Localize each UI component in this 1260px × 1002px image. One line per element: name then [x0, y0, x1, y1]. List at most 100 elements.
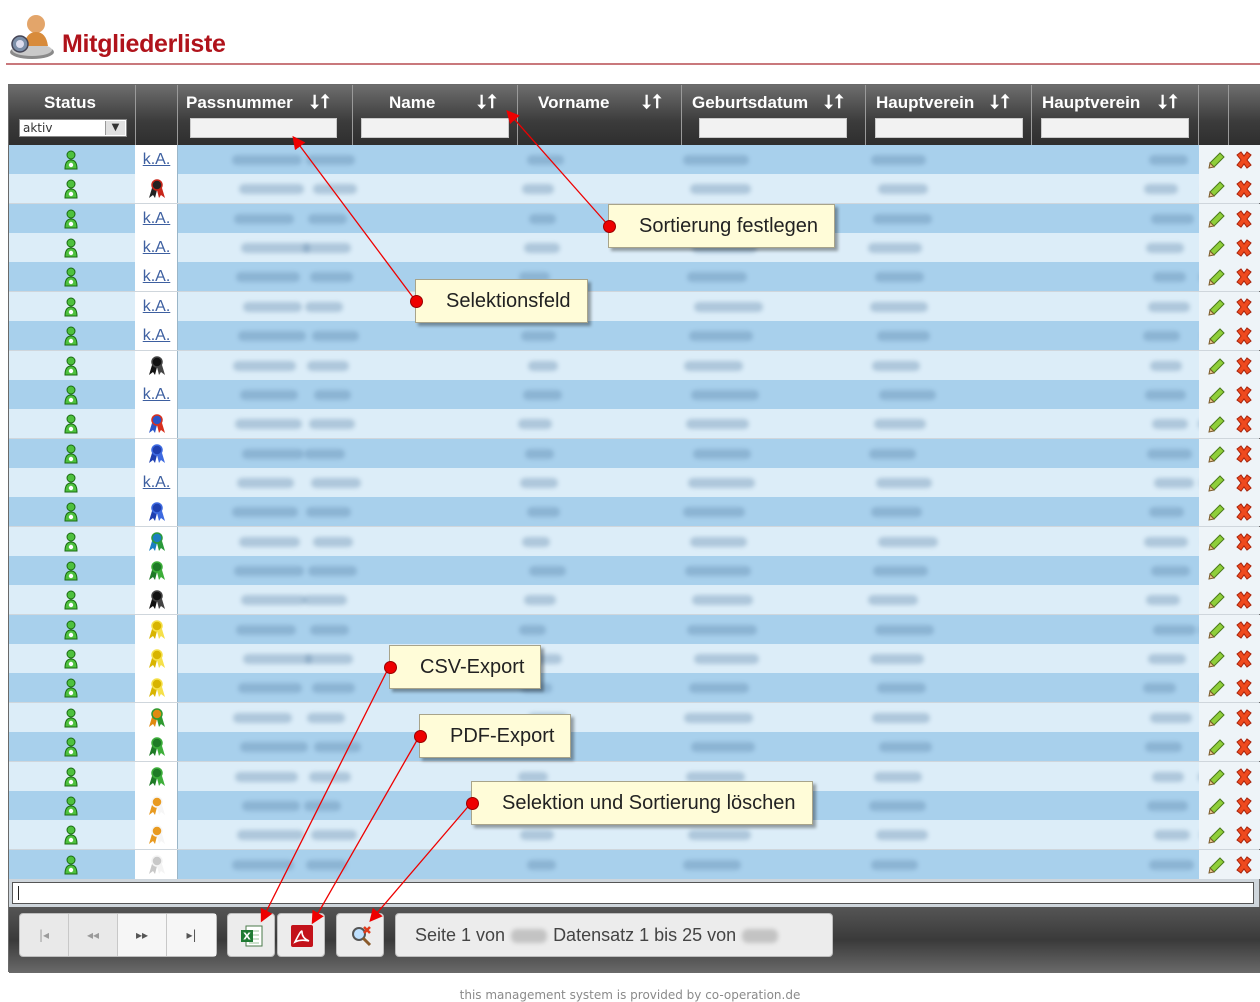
reset-filter-button[interactable]: [336, 913, 384, 957]
delete-x-icon[interactable]: [1233, 677, 1255, 699]
delete-x-icon[interactable]: [1233, 736, 1255, 758]
table-row[interactable]: k.A.: [9, 321, 1260, 351]
first-page-button[interactable]: |◂: [20, 914, 69, 956]
delete-x-icon[interactable]: [1233, 531, 1255, 553]
table-row[interactable]: [9, 438, 1260, 468]
table-row[interactable]: k.A.: [9, 262, 1260, 292]
delete-x-icon[interactable]: [1233, 589, 1255, 611]
award-link[interactable]: k.A.: [143, 386, 171, 403]
delete-x-icon[interactable]: [1233, 266, 1255, 288]
delete-x-icon[interactable]: [1233, 413, 1255, 435]
table-row[interactable]: [9, 702, 1260, 732]
col-hauptverein-1-label[interactable]: Hauptverein: [876, 93, 974, 113]
table-row[interactable]: [9, 526, 1260, 556]
award-link[interactable]: k.A.: [143, 268, 171, 285]
table-row[interactable]: k.A.: [9, 379, 1260, 409]
col-passnummer-label[interactable]: Passnummer: [186, 93, 293, 113]
table-row[interactable]: [9, 350, 1260, 380]
delete-x-icon[interactable]: [1233, 384, 1255, 406]
delete-x-icon[interactable]: [1233, 443, 1255, 465]
chevron-down-icon[interactable]: ▼: [105, 121, 125, 135]
edit-pencil-icon[interactable]: [1207, 473, 1227, 493]
col-vorname-label[interactable]: Vorname: [538, 93, 610, 113]
geburtsdatum-filter-input[interactable]: [699, 118, 847, 138]
sort-arrows-icon[interactable]: ⭣⭡: [642, 91, 664, 113]
table-row[interactable]: [9, 556, 1260, 586]
delete-x-icon[interactable]: [1233, 296, 1255, 318]
sort-arrows-icon[interactable]: ⭣⭡: [1158, 91, 1180, 113]
delete-x-icon[interactable]: [1233, 208, 1255, 230]
hauptverein-2-filter-input[interactable]: [1041, 118, 1189, 138]
edit-pencil-icon[interactable]: [1207, 326, 1227, 346]
table-row[interactable]: [9, 673, 1260, 703]
delete-x-icon[interactable]: [1233, 560, 1255, 582]
award-link[interactable]: k.A.: [143, 151, 171, 168]
table-row[interactable]: [9, 409, 1260, 439]
edit-pencil-icon[interactable]: [1207, 620, 1227, 640]
delete-x-icon[interactable]: [1233, 707, 1255, 729]
delete-x-icon[interactable]: [1233, 472, 1255, 494]
table-row[interactable]: [9, 585, 1260, 615]
table-row[interactable]: [9, 732, 1260, 762]
edit-pencil-icon[interactable]: [1207, 708, 1227, 728]
delete-x-icon[interactable]: [1233, 824, 1255, 846]
delete-x-icon[interactable]: [1233, 619, 1255, 641]
delete-x-icon[interactable]: [1233, 355, 1255, 377]
table-row[interactable]: [9, 174, 1260, 204]
award-link[interactable]: k.A.: [143, 327, 171, 344]
delete-x-icon[interactable]: [1233, 501, 1255, 523]
name-filter-input[interactable]: [361, 118, 509, 138]
edit-pencil-icon[interactable]: [1207, 796, 1227, 816]
edit-pencil-icon[interactable]: [1207, 825, 1227, 845]
passnummer-filter-input[interactable]: [190, 118, 337, 138]
col-geburtsdatum-label[interactable]: Geburtsdatum: [692, 93, 808, 113]
edit-pencil-icon[interactable]: [1207, 767, 1227, 787]
delete-x-icon[interactable]: [1233, 854, 1255, 876]
delete-x-icon[interactable]: [1233, 325, 1255, 347]
edit-pencil-icon[interactable]: [1207, 297, 1227, 317]
table-row[interactable]: [9, 849, 1260, 879]
edit-pencil-icon[interactable]: [1207, 150, 1227, 170]
pdf-export-button[interactable]: [277, 913, 325, 957]
csv-export-button[interactable]: X: [227, 913, 275, 957]
quick-input[interactable]: [12, 882, 1254, 904]
edit-pencil-icon[interactable]: [1207, 444, 1227, 464]
table-row[interactable]: [9, 497, 1260, 527]
delete-x-icon[interactable]: [1233, 766, 1255, 788]
edit-pencil-icon[interactable]: [1207, 590, 1227, 610]
prev-page-button[interactable]: ◂◂: [69, 914, 118, 956]
delete-x-icon[interactable]: [1233, 149, 1255, 171]
col-name-label[interactable]: Name: [389, 93, 435, 113]
award-link[interactable]: k.A.: [143, 298, 171, 315]
edit-pencil-icon[interactable]: [1207, 561, 1227, 581]
edit-pencil-icon[interactable]: [1207, 737, 1227, 757]
edit-pencil-icon[interactable]: [1207, 385, 1227, 405]
hauptverein-1-filter-input[interactable]: [875, 118, 1023, 138]
delete-x-icon[interactable]: [1233, 648, 1255, 670]
table-row[interactable]: k.A.: [9, 291, 1260, 321]
sort-arrows-icon[interactable]: ⭣⭡: [477, 91, 499, 113]
edit-pencil-icon[interactable]: [1207, 855, 1227, 875]
delete-x-icon[interactable]: [1233, 237, 1255, 259]
edit-pencil-icon[interactable]: [1207, 356, 1227, 376]
edit-pencil-icon[interactable]: [1207, 267, 1227, 287]
delete-x-icon[interactable]: [1233, 795, 1255, 817]
award-link[interactable]: k.A.: [143, 239, 171, 256]
next-page-button[interactable]: ▸▸: [118, 914, 167, 956]
award-link[interactable]: k.A.: [143, 474, 171, 491]
edit-pencil-icon[interactable]: [1207, 532, 1227, 552]
edit-pencil-icon[interactable]: [1207, 414, 1227, 434]
edit-pencil-icon[interactable]: [1207, 502, 1227, 522]
edit-pencil-icon[interactable]: [1207, 179, 1227, 199]
table-row[interactable]: [9, 644, 1260, 674]
table-row[interactable]: [9, 614, 1260, 644]
last-page-button[interactable]: ▸|: [167, 914, 216, 956]
edit-pencil-icon[interactable]: [1207, 238, 1227, 258]
delete-x-icon[interactable]: [1233, 178, 1255, 200]
award-link[interactable]: k.A.: [143, 210, 171, 227]
col-hauptverein-2-label[interactable]: Hauptverein: [1042, 93, 1140, 113]
edit-pencil-icon[interactable]: [1207, 649, 1227, 669]
status-filter-select[interactable]: aktiv ▼: [19, 119, 127, 137]
sort-arrows-icon[interactable]: ⭣⭡: [824, 91, 846, 113]
sort-arrows-icon[interactable]: ⭣⭡: [310, 91, 332, 113]
